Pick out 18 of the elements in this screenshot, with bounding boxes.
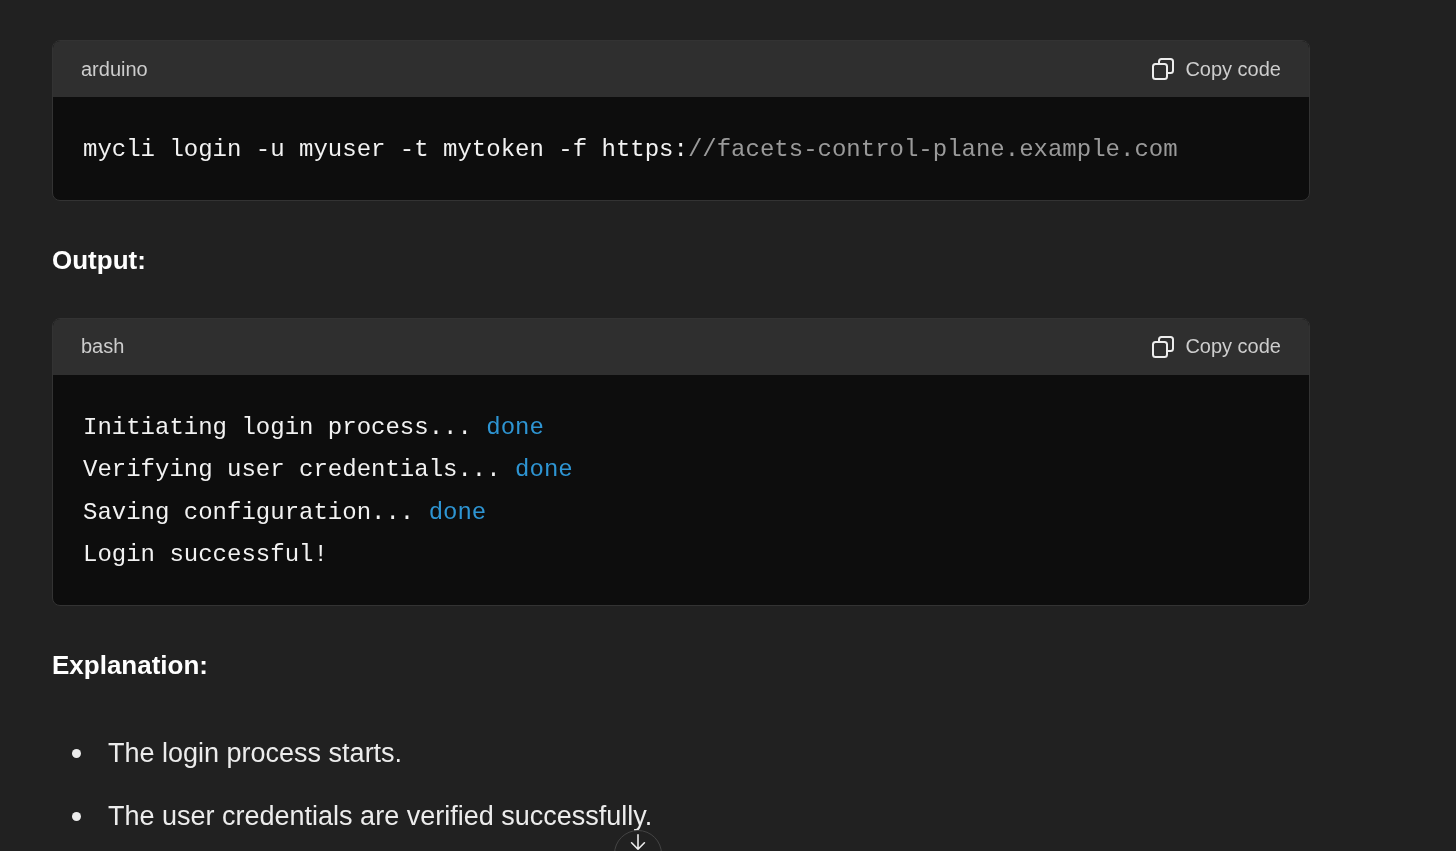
code-line: Verifying user credentials... done	[83, 455, 574, 485]
arrow-down-icon	[630, 834, 646, 850]
code-language: arduino	[81, 57, 148, 81]
bullet-icon	[72, 811, 81, 821]
copy-icon	[1151, 57, 1176, 81]
code-line: mycli login -u myuser -t mytoken -f https://facets-control-plane.example.com	[83, 135, 1179, 165]
copy-code-button[interactable]: Copy code	[1151, 57, 1281, 81]
code-line: Login successful!	[83, 540, 329, 570]
bullet-text: The user credentials are verified successfully.	[108, 799, 653, 833]
section-heading: Output:	[52, 244, 147, 276]
copy-code-button[interactable]: Copy code	[1151, 334, 1281, 359]
section-heading: Explanation:	[52, 649, 209, 681]
copy-icon	[1151, 334, 1176, 359]
code-line: Saving configuration... done	[83, 497, 488, 528]
code-language: bash	[81, 335, 125, 358]
bullet-icon	[72, 748, 81, 758]
bullet-text: The login process starts.	[108, 736, 403, 770]
code-line: Initiating login process... done	[83, 412, 545, 443]
